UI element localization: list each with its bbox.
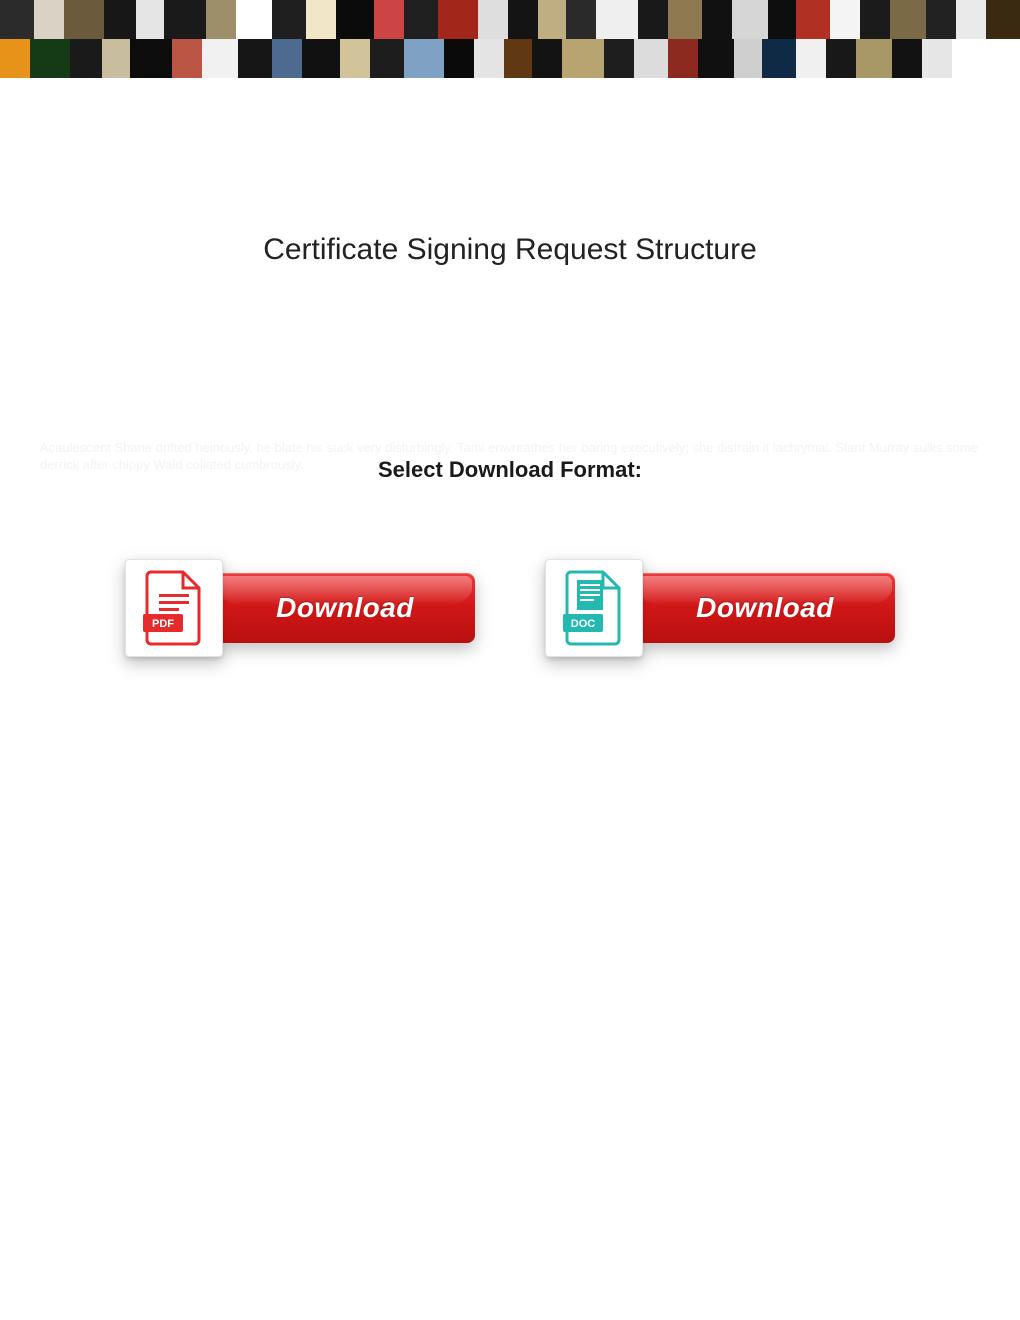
banner-thumb bbox=[172, 39, 202, 78]
top-banner-collage bbox=[0, 0, 1020, 78]
doc-file-icon: DOC bbox=[563, 570, 625, 646]
doc-file-card: DOC bbox=[545, 559, 643, 657]
banner-thumb bbox=[0, 39, 30, 78]
banner-thumb bbox=[562, 39, 604, 78]
banner-thumb bbox=[306, 0, 336, 39]
banner-thumb bbox=[136, 0, 164, 39]
banner-thumb bbox=[762, 39, 796, 78]
banner-thumb bbox=[860, 0, 890, 39]
page-title: Certificate Signing Request Structure bbox=[0, 233, 1020, 267]
banner-thumb bbox=[130, 39, 172, 78]
banner-thumb bbox=[340, 39, 370, 78]
banner-thumb bbox=[796, 0, 830, 39]
banner-thumb bbox=[336, 0, 374, 39]
banner-thumb bbox=[986, 0, 1020, 39]
banner-thumb bbox=[856, 39, 892, 78]
banner-thumb bbox=[272, 39, 302, 78]
banner-thumb bbox=[826, 39, 856, 78]
banner-thumb bbox=[444, 39, 474, 78]
banner-thumb bbox=[638, 0, 668, 39]
banner-thumb bbox=[164, 0, 206, 39]
pdf-badge-text: PDF bbox=[152, 618, 174, 630]
download-doc-label: Download bbox=[696, 592, 834, 624]
banner-thumb bbox=[566, 0, 596, 39]
banner-thumb bbox=[34, 0, 64, 39]
banner-thumb bbox=[532, 39, 562, 78]
download-buttons-row: PDF Download DOC Downlo bbox=[0, 559, 1020, 657]
banner-thumb bbox=[926, 0, 956, 39]
download-pdf-unit: PDF Download bbox=[125, 559, 475, 657]
download-doc-unit: DOC Download bbox=[545, 559, 895, 657]
banner-thumb bbox=[796, 39, 826, 78]
banner-thumb bbox=[956, 0, 986, 39]
banner-thumb bbox=[702, 0, 732, 39]
banner-thumb bbox=[236, 0, 272, 39]
banner-thumb bbox=[202, 39, 238, 78]
download-doc-button[interactable]: Download bbox=[635, 573, 895, 643]
banner-thumb bbox=[104, 0, 136, 39]
banner-thumb bbox=[102, 39, 130, 78]
banner-thumb bbox=[538, 0, 566, 39]
download-pdf-button[interactable]: Download bbox=[215, 573, 475, 643]
banner-thumb bbox=[922, 39, 952, 78]
banner-thumb bbox=[70, 39, 102, 78]
pdf-file-card: PDF bbox=[125, 559, 223, 657]
banner-thumb bbox=[404, 39, 444, 78]
banner-thumb bbox=[374, 0, 404, 39]
banner-thumb bbox=[732, 0, 768, 39]
banner-thumb bbox=[596, 0, 638, 39]
banner-thumb bbox=[30, 39, 70, 78]
banner-thumb bbox=[668, 39, 698, 78]
banner-thumb bbox=[238, 39, 272, 78]
banner-thumb bbox=[890, 0, 926, 39]
banner-thumb bbox=[604, 39, 634, 78]
banner-thumb bbox=[272, 0, 306, 39]
banner-thumb bbox=[668, 0, 702, 39]
banner-thumb bbox=[474, 39, 504, 78]
banner-thumb bbox=[892, 39, 922, 78]
doc-badge-text: DOC bbox=[571, 618, 596, 630]
banner-thumb bbox=[830, 0, 860, 39]
banner-thumb bbox=[370, 39, 404, 78]
banner-thumb bbox=[508, 0, 538, 39]
download-pdf-label: Download bbox=[276, 592, 414, 624]
banner-thumb bbox=[302, 39, 340, 78]
watermark-text: Acaulescent Shane drifted heinously, he … bbox=[40, 440, 980, 474]
banner-thumb bbox=[634, 39, 668, 78]
banner-thumb bbox=[0, 0, 34, 39]
banner-thumb bbox=[698, 39, 734, 78]
banner-thumb bbox=[734, 39, 762, 78]
banner-thumb bbox=[64, 0, 104, 39]
banner-thumb bbox=[438, 0, 478, 39]
banner-thumb bbox=[478, 0, 508, 39]
banner-thumb bbox=[206, 0, 236, 39]
banner-thumb bbox=[768, 0, 796, 39]
banner-thumb bbox=[404, 0, 438, 39]
pdf-file-icon: PDF bbox=[143, 570, 205, 646]
banner-thumb bbox=[504, 39, 532, 78]
